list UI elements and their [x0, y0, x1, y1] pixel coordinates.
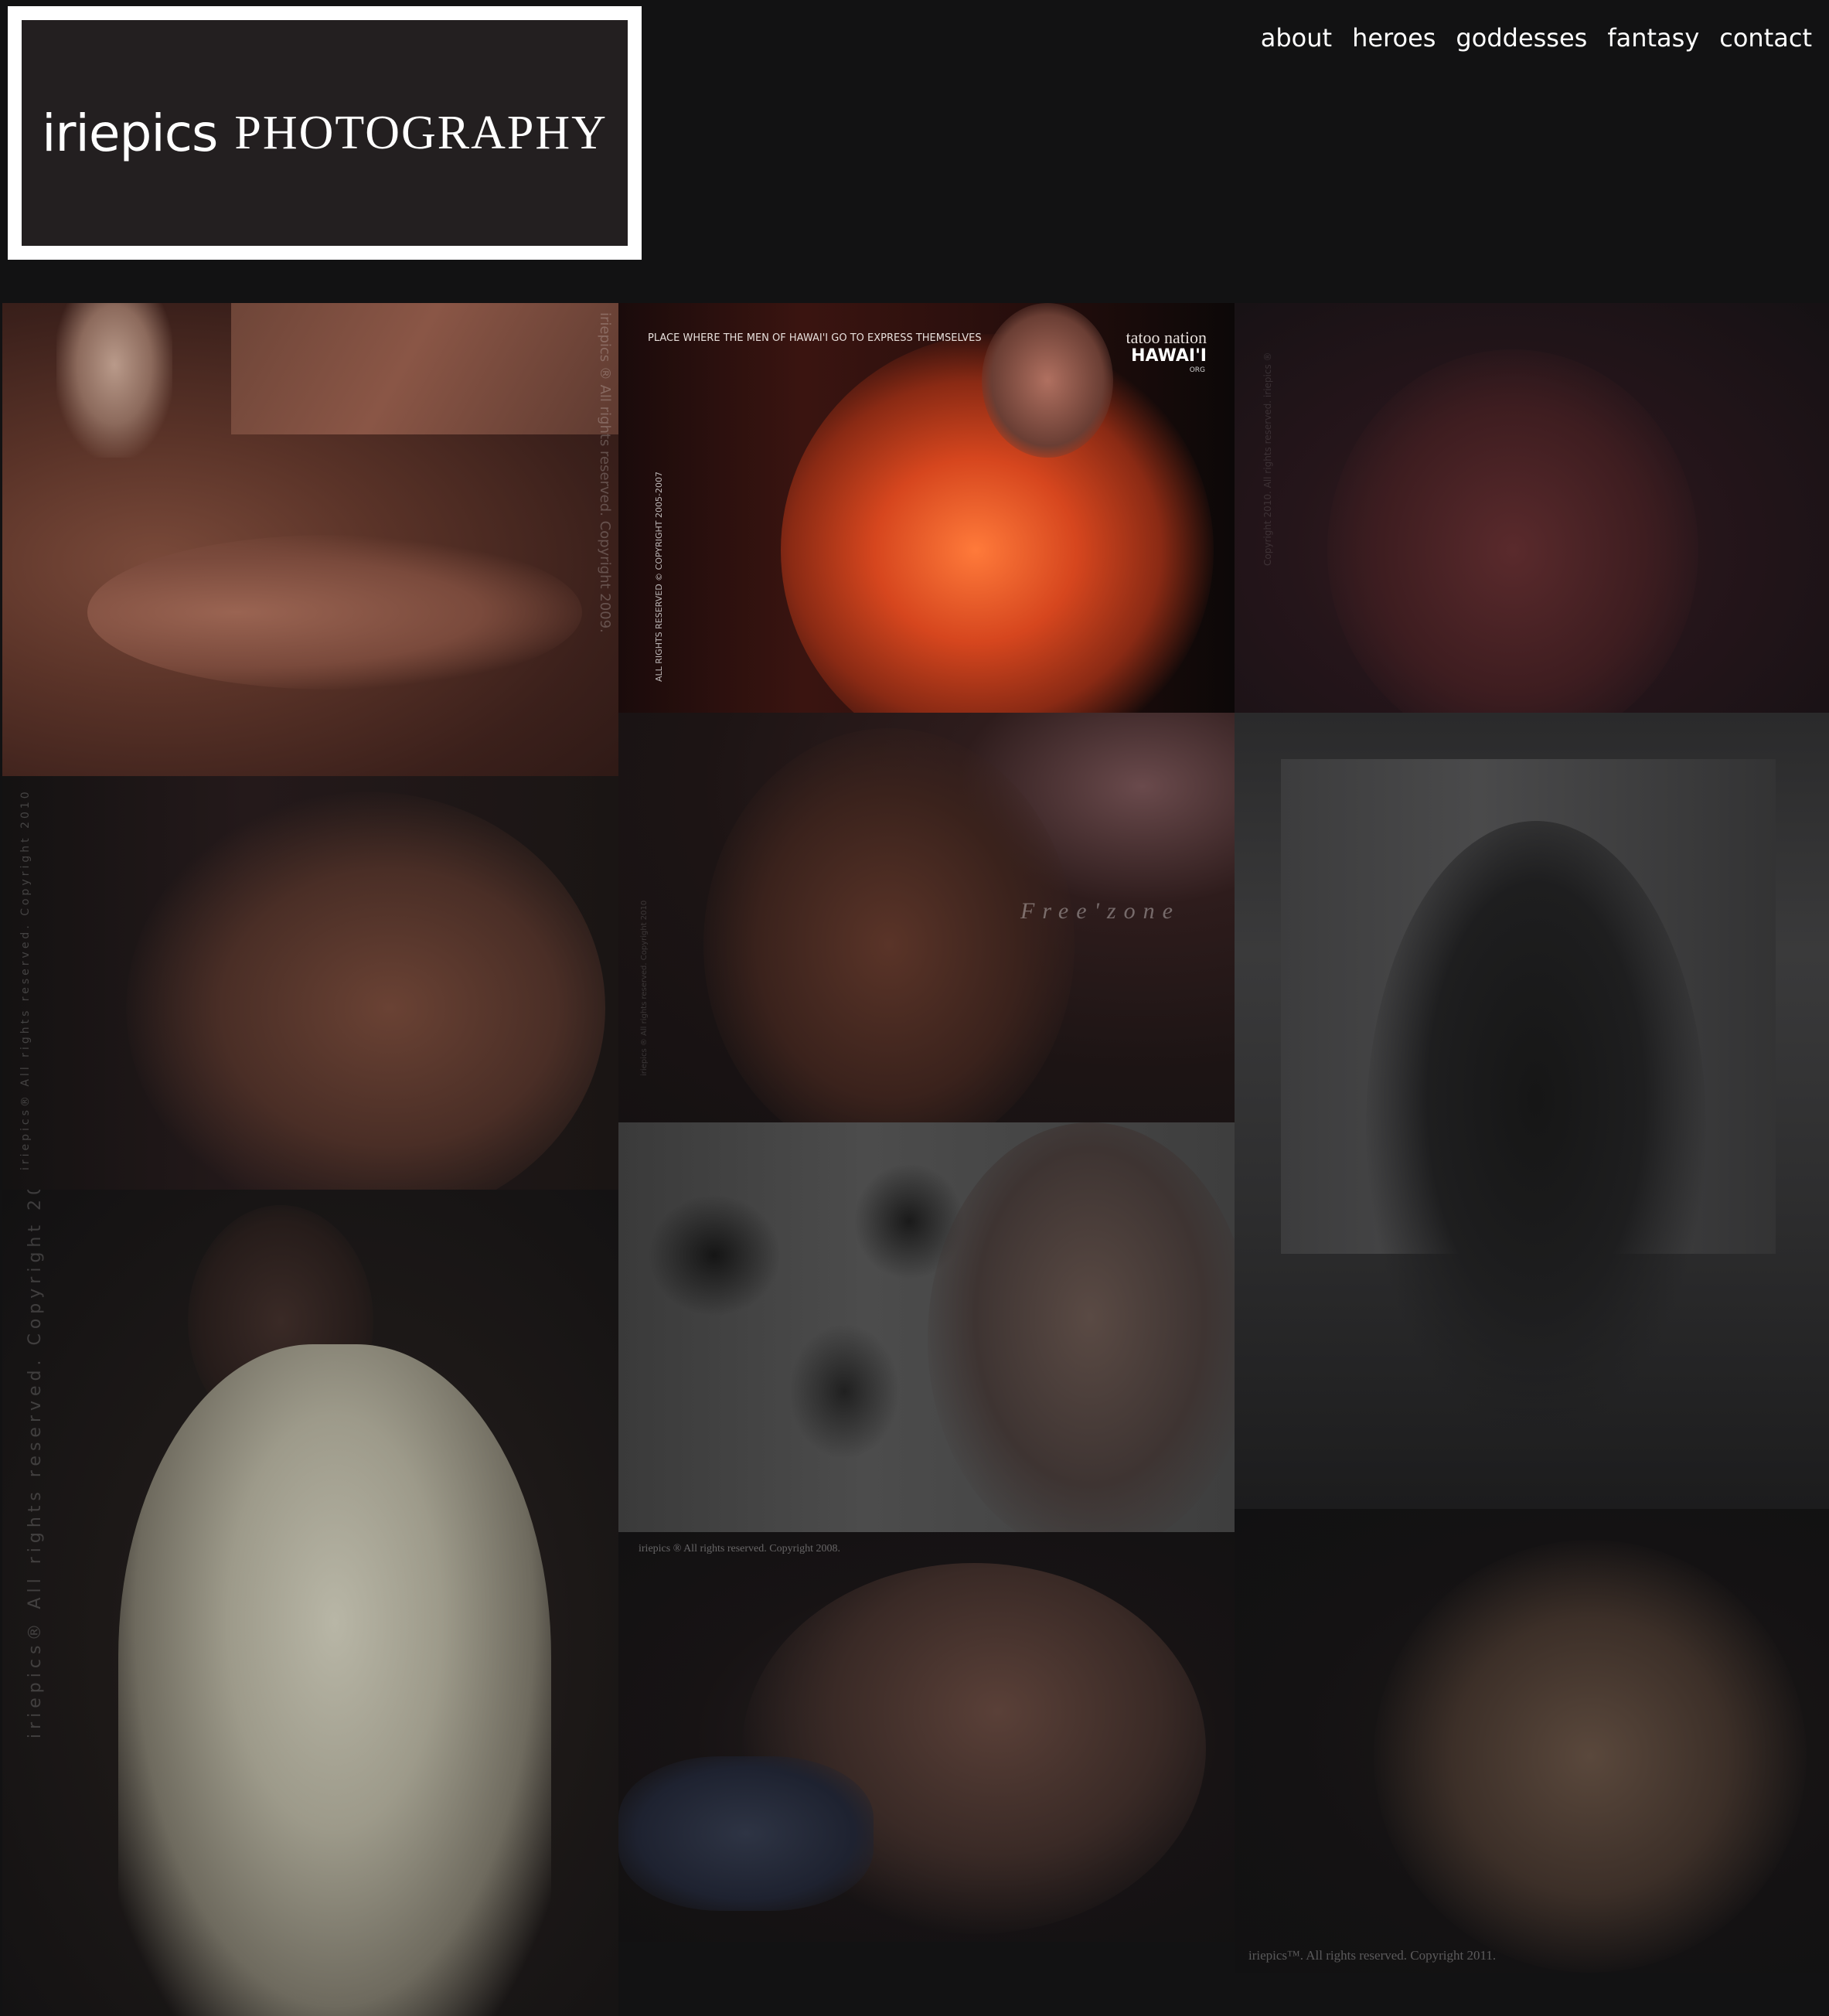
photo-subject-head: [982, 303, 1113, 458]
gallery-photo-owl-reclining[interactable]: iriepics ® All rights reserved. Copyrigh…: [2, 303, 618, 776]
gallery-photo-nude[interactable]: iriepics™. All rights reserved. Copyrigh…: [1235, 1509, 1829, 1973]
nav-goddesses[interactable]: goddesses: [1456, 23, 1587, 53]
nav-about[interactable]: about: [1261, 23, 1332, 53]
photo-watermark: iriepics ® All rights reserved. Copyrigh…: [640, 900, 649, 1076]
gallery-photo-jeans[interactable]: iriepics ® All rights reserved. Copyrigh…: [618, 1532, 1235, 1942]
nav-heroes[interactable]: heroes: [1352, 23, 1436, 53]
photo-subject: [87, 535, 582, 690]
nav-fantasy[interactable]: fantasy: [1607, 23, 1699, 53]
photo-watermark: ALL RIGHTS RESERVED © COPYRIGHT 2005-200…: [654, 472, 664, 682]
logo-suffix-text: PHOTOGRAPHY: [234, 106, 608, 159]
logo-panel: iriepics PHOTOGRAPHY: [22, 20, 628, 246]
photo-watermark: iriepics ® All rights reserved. Copyrigh…: [639, 1543, 841, 1555]
photo-brand-line-1: tatoo nation: [1126, 328, 1207, 347]
nav-contact[interactable]: contact: [1719, 23, 1812, 53]
photo-dress: [118, 1344, 551, 2016]
photo-jeans: [618, 1756, 874, 1911]
photo-subject: [126, 792, 605, 1190]
photo-watermark: Copyright 2010. All rights reserved. iri…: [1262, 352, 1273, 566]
page: iriepics PHOTOGRAPHY about heroes goddes…: [0, 0, 1829, 2016]
photo-subject: [1327, 349, 1698, 713]
photo-watermark: iriepics® All rights reserved. Copyright…: [19, 788, 32, 1170]
photo-tagline: PLACE WHERE THE MEN OF HAWAI'I GO TO EXP…: [648, 332, 982, 344]
gallery-photo-stool[interactable]: [1235, 713, 1829, 1509]
photo-watermark: iriepics ® All rights reserved. Copyrigh…: [597, 312, 613, 633]
gallery-photo-calligraphy[interactable]: [618, 1122, 1235, 1532]
photo-brand-line-2: HAWAI'I: [1131, 346, 1207, 366]
photo-subject: [1366, 821, 1706, 1439]
photo-ink-strokes: [649, 1153, 974, 1493]
photo-brand-line-3: ORG: [1189, 366, 1205, 374]
photo-signature: Free'zone: [1020, 898, 1180, 924]
photo-watermark: iriepics™. All rights reserved. Copyrigh…: [1248, 1948, 1497, 1963]
photo-subject: [703, 728, 1075, 1122]
photo-watermark: iriepics® All rights reserved. Copyright…: [26, 1190, 45, 1738]
site-logo[interactable]: iriepics PHOTOGRAPHY: [8, 6, 642, 260]
logo-brand-text: iriepics: [42, 103, 218, 163]
owl-drawing: [56, 303, 172, 458]
gallery-photo-seated-dark[interactable]: Copyright 2010. All rights reserved. iri…: [1235, 303, 1829, 713]
gallery-photo-smiling[interactable]: iriepics® All rights reserved. Copyright…: [2, 776, 618, 1190]
gallery-photo-woman[interactable]: iriepics® All rights reserved. Copyright…: [2, 1190, 618, 2016]
gallery-photo-couple[interactable]: Free'zone iriepics ® All rights reserved…: [618, 713, 1235, 1122]
gallery-photo-tatoo-nation[interactable]: PLACE WHERE THE MEN OF HAWAI'I GO TO EXP…: [618, 303, 1235, 713]
site-header: iriepics PHOTOGRAPHY about heroes goddes…: [0, 0, 1829, 301]
photo-panel: [231, 303, 618, 434]
photo-subject: [1374, 1540, 1807, 1973]
main-nav: about heroes goddesses fantasy contact: [1261, 23, 1812, 53]
